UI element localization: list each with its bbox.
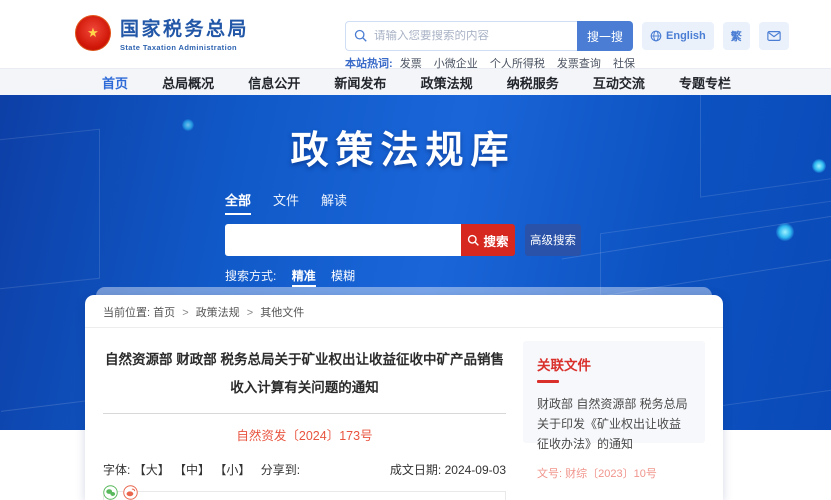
banner-glow-dot: [776, 223, 794, 241]
breadcrumb-label: 当前位置:: [103, 307, 150, 319]
nav-item-home[interactable]: 首页: [102, 73, 128, 92]
font-size-large[interactable]: 【大】: [134, 463, 170, 477]
header-search-box: [345, 21, 577, 51]
hot-word-link[interactable]: 小微企业: [434, 58, 478, 70]
site-hot-words: 本站热词: 发票 小微企业 个人所得税 发票查询 社保: [345, 55, 644, 71]
tab-interpretation[interactable]: 解读: [321, 190, 347, 215]
tab-all[interactable]: 全部: [225, 190, 251, 215]
font-size-label: 字体:: [103, 463, 130, 477]
policy-search-input[interactable]: [225, 224, 461, 256]
main-nav: 首页 总局概况 信息公开 新闻发布 政策法规 纳税服务 互动交流 专题专栏: [0, 68, 831, 95]
site-title: 国家税务总局: [120, 14, 249, 41]
nav-item-tax-service[interactable]: 纳税服务: [507, 73, 559, 92]
breadcrumb-home[interactable]: 首页: [153, 307, 175, 319]
nav-item-policy[interactable]: 政策法规: [421, 73, 473, 92]
nav-item-news[interactable]: 新闻发布: [334, 73, 386, 92]
national-emblem-icon: ★: [75, 15, 111, 51]
font-size-small[interactable]: 【小】: [214, 463, 250, 477]
hot-word-link[interactable]: 个人所得税: [490, 58, 545, 70]
related-files-panel: 关联文件 财政部 自然资源部 税务总局关于印发《矿业权出让收益征收办法》的通知 …: [523, 341, 705, 443]
banner-glow-dot: [182, 119, 194, 131]
policy-library-title: 政策法规库: [225, 119, 581, 174]
tab-documents[interactable]: 文件: [273, 190, 299, 215]
mail-button[interactable]: [759, 22, 789, 50]
banner-glow-dot: [812, 159, 826, 173]
content-card: 当前位置: 首页 > 政策法规 > 其他文件 自然资源部 财政部 税务总局关于矿…: [85, 295, 723, 500]
banner-decoration: [700, 95, 831, 198]
breadcrumb: 当前位置: 首页 > 政策法规 > 其他文件: [85, 295, 723, 328]
related-doc-link[interactable]: 财政部 自然资源部 税务总局关于印发《矿业权出让收益征收办法》的通知: [537, 395, 691, 454]
nav-item-interaction[interactable]: 互动交流: [593, 73, 645, 92]
publish-date: 2024-09-03: [445, 463, 506, 477]
site-header: ★ 国家税务总局 State Taxation Administration 搜…: [0, 0, 831, 68]
article-body: 各省、自治区、直辖市及计划单列市自然资源主管部门、财政厅（局），新疆生产建设兵团…: [103, 491, 506, 500]
policy-search-button[interactable]: 搜索: [461, 224, 515, 256]
hot-word-link[interactable]: 发票查询: [557, 58, 601, 70]
hot-word-link[interactable]: 发票: [400, 58, 422, 70]
related-files-title: 关联文件: [537, 354, 691, 374]
article-title: 自然资源部 财政部 税务总局关于矿业权出让收益征收中矿产品销售收入计算有关问题的…: [103, 346, 506, 414]
related-title-underline: [537, 380, 559, 383]
globe-icon: [650, 30, 662, 42]
banner-tabs: 全部 文件 解读: [225, 190, 581, 215]
search-mode-row: 搜索方式: 精准 模糊: [225, 267, 581, 284]
advanced-search-button[interactable]: 高级搜索: [525, 224, 581, 256]
weibo-share-icon[interactable]: [123, 485, 138, 500]
search-icon: [354, 29, 368, 43]
search-icon: [467, 234, 480, 247]
breadcrumb-other-docs[interactable]: 其他文件: [260, 307, 304, 319]
font-size-medium[interactable]: 【中】: [174, 463, 210, 477]
search-mode-label: 搜索方式:: [225, 269, 276, 283]
banner-decoration: [0, 129, 100, 292]
related-doc-number: 文号: 财综〔2023〕10号: [537, 465, 691, 481]
wechat-share-icon[interactable]: [103, 485, 118, 500]
nav-item-info-disclosure[interactable]: 信息公开: [248, 73, 300, 92]
hot-words-label: 本站热词:: [345, 58, 393, 70]
site-subtitle: State Taxation Administration: [120, 43, 249, 52]
traditional-chinese-button[interactable]: 繁: [723, 22, 750, 50]
mail-icon: [767, 30, 781, 42]
header-search-button[interactable]: 搜一搜: [577, 21, 633, 51]
mode-fuzzy[interactable]: 模糊: [331, 269, 355, 283]
article-meta-row: 字体: 【大】 【中】 【小】 分享到: 成文日期: 2024-09-03: [103, 461, 506, 478]
english-button[interactable]: English: [642, 22, 714, 50]
nav-item-overview[interactable]: 总局概况: [162, 73, 214, 92]
mode-exact[interactable]: 精准: [292, 269, 316, 287]
header-search-input[interactable]: [374, 30, 569, 42]
site-logo[interactable]: ★ 国家税务总局 State Taxation Administration: [75, 14, 249, 52]
article-doc-number: 自然资发〔2024〕173号: [103, 425, 506, 444]
breadcrumb-policy[interactable]: 政策法规: [196, 307, 240, 319]
share-label: 分享到:: [261, 463, 300, 477]
nav-item-special-topics[interactable]: 专题专栏: [679, 73, 731, 92]
hot-word-link[interactable]: 社保: [613, 58, 635, 70]
publish-date-label: 成文日期:: [390, 463, 441, 477]
